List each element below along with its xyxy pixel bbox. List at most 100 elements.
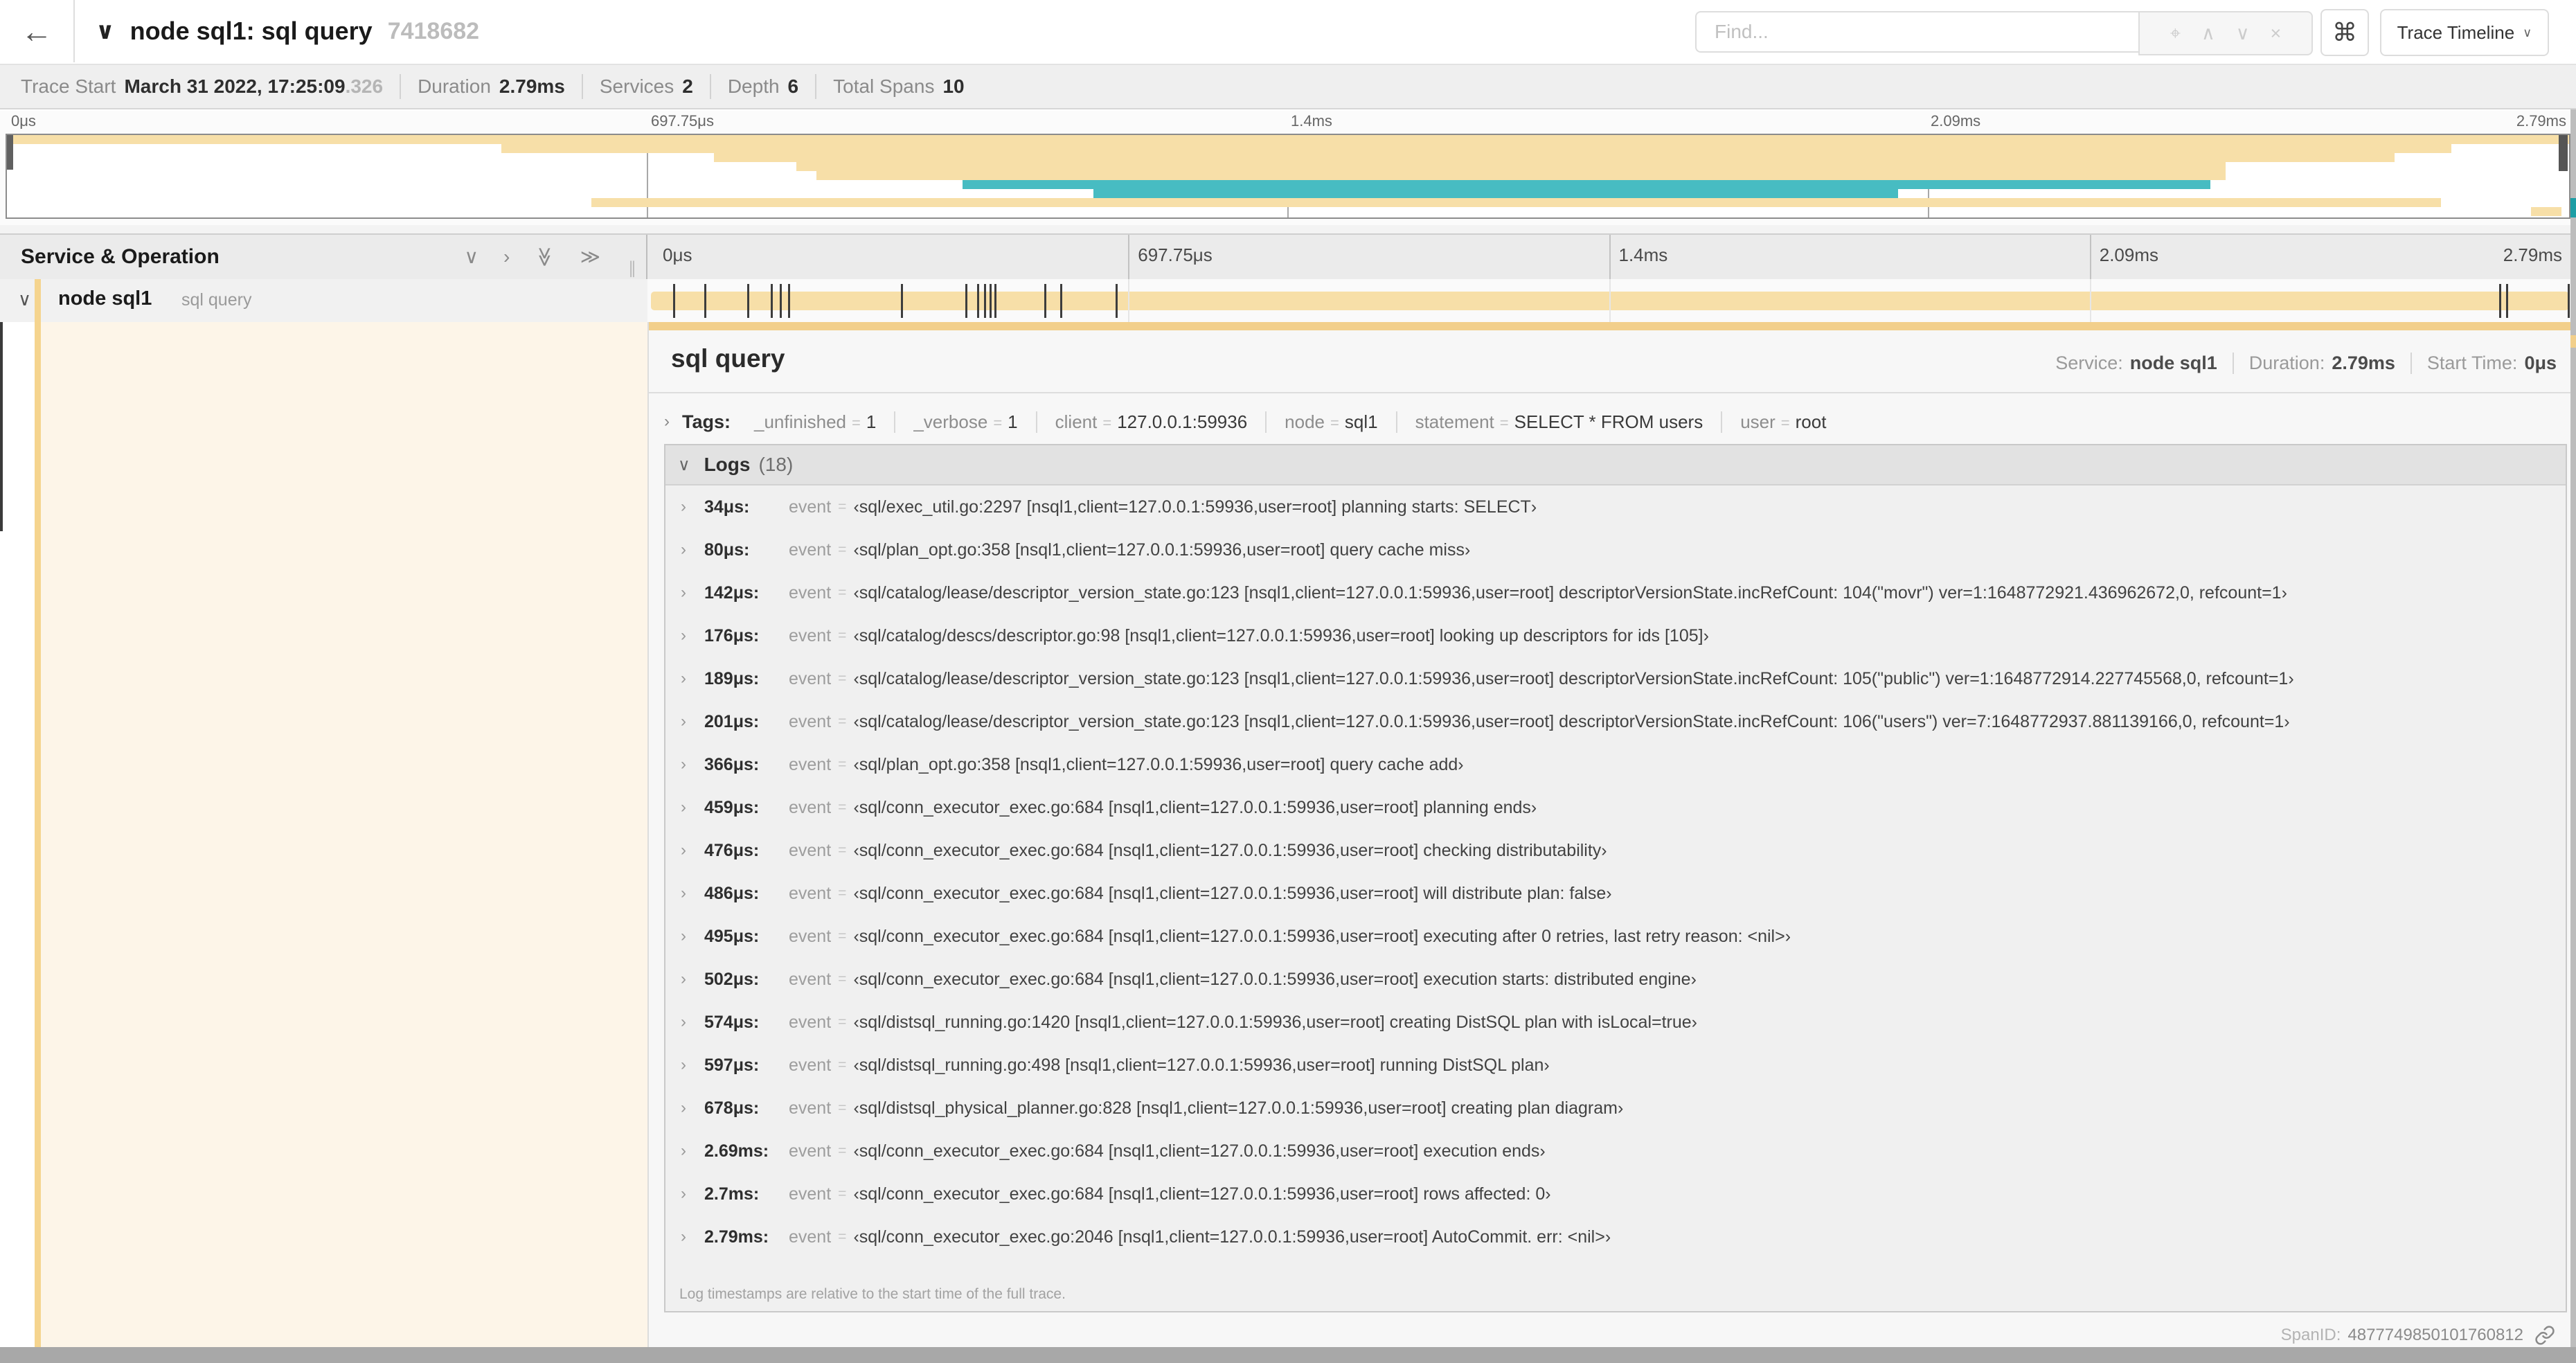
column-resizer[interactable]: ∥ (628, 258, 636, 278)
collapse-controls: ∨ › ≫ ≫ (465, 247, 600, 267)
chevron-right-icon: › (681, 755, 686, 774)
expand-all-icon[interactable]: ≫ (580, 247, 600, 267)
collapse-one-icon[interactable]: ∨ (465, 247, 479, 267)
log-row[interactable]: › 2.7ms: event = ‹sql/conn_executor_exec.go:… (665, 1173, 2566, 1215)
find-controls: ⌖ ∧ ∨ × (2138, 11, 2313, 55)
logs-section: ∨ Logs (18) › 34μs: event = ‹sql/exec_util.g… (664, 444, 2567, 1312)
chevron-right-icon: › (681, 1184, 686, 1203)
timeline-gridline (2089, 235, 2091, 279)
trace-info-item: Services 2 (581, 74, 710, 99)
trace-page: ← ∨ node sql1: sql query 7418682 ⌖∧∨× ⌘ … (0, 0, 2576, 1363)
log-row[interactable]: › 574μs: event = ‹sql/distsql_running.go:142… (665, 1001, 2566, 1044)
span-row[interactable]: ∨ node sql1 sql query (0, 279, 2576, 322)
tags-label: Tags: (682, 411, 731, 432)
log-row[interactable]: › 201μs: event = ‹sql/catalog/lease/descript… (665, 700, 2566, 743)
trace-view-dropdown[interactable]: Trace Timeline ∨ (2380, 9, 2549, 56)
logs-list: › 34μs: event = ‹sql/exec_util.go:2297 [nsql… (665, 485, 2566, 1258)
collapse-all-icon[interactable]: ≫ (535, 247, 556, 267)
timeline-axis-header: 0μs 697.75μs 1.4ms 2.09ms 2.79ms (647, 235, 2576, 279)
tags-row[interactable]: › Tags: _unfinished = 1 _verbose = 1 client = 12… (664, 405, 1844, 438)
chevron-right-icon: › (681, 583, 686, 602)
detail-info-line: Service: node sql1 Duration: 2.79ms Start Ti… (2040, 353, 2557, 374)
log-row[interactable]: › 176μs: event = ‹sql/catalog/descs/descript… (665, 614, 2566, 657)
detail-info-value: 2.79ms (2332, 353, 2395, 373)
chevron-right-icon: › (664, 412, 670, 431)
timeline-tick-label: 0μs (663, 244, 692, 265)
detail-accent-bar (649, 322, 2576, 330)
chevron-right-icon: › (681, 798, 686, 817)
span-service-name[interactable]: node sql1 (58, 287, 152, 310)
link-icon[interactable] (2534, 1325, 2555, 1346)
span-operation-name: sql query (181, 290, 252, 310)
horizontal-scrollbar[interactable] (0, 1347, 2576, 1363)
minimap-canvas[interactable] (6, 134, 2570, 219)
service-operation-header: Service & Operation ∨ › ≫ ≫ ∥ (0, 235, 647, 279)
log-row[interactable]: › 678μs: event = ‹sql/distsql_physical_plann… (665, 1087, 2566, 1130)
log-row[interactable]: › 476μs: event = ‹sql/conn_executor_exec.go:… (665, 829, 2566, 872)
minimap-right-handle[interactable] (2559, 135, 2568, 171)
span-row-timeline[interactable] (647, 279, 2576, 322)
trace-info-item: Total Spans 10 (815, 74, 981, 99)
chevron-right-icon: › (681, 626, 686, 645)
locate-icon[interactable]: ⌖ (2170, 24, 2181, 43)
log-marker (2505, 284, 2508, 318)
clear-search-icon[interactable]: × (2270, 24, 2281, 43)
log-row[interactable]: › 189μs: event = ‹sql/catalog/lease/descript… (665, 657, 2566, 700)
detail-left-column (0, 322, 647, 1347)
timeline-minimap: 0μs 697.75μs 1.4ms 2.09ms 2.79ms (0, 111, 2576, 225)
trace-id: 7418682 (387, 17, 480, 44)
detail-info-value: node sql1 (2129, 353, 2217, 373)
timeline-gridline (1609, 279, 1611, 322)
minimap-left-handle[interactable] (7, 135, 13, 170)
log-row[interactable]: › 34μs: event = ‹sql/exec_util.go:2297 [nsql… (665, 485, 2566, 528)
minimap-span (714, 153, 2395, 162)
chevron-right-icon: › (681, 1141, 686, 1160)
log-row[interactable]: › 142μs: event = ‹sql/catalog/lease/descript… (665, 571, 2566, 614)
log-row[interactable]: › 502μs: event = ‹sql/conn_executor_exec.go:… (665, 958, 2566, 1001)
chevron-right-icon: › (681, 669, 686, 688)
chevron-right-icon: › (681, 1055, 686, 1074)
span-color-strip (35, 322, 41, 1347)
prev-match-icon[interactable]: ∧ (2201, 24, 2215, 43)
minimap-tick-label: 2.09ms (1931, 112, 1981, 130)
log-row[interactable]: › 2.79ms: event = ‹sql/conn_executor_exec.go… (665, 1215, 2566, 1258)
log-row[interactable]: › 597μs: event = ‹sql/distsql_running.go:498… (665, 1044, 2566, 1087)
vertical-scrollbar[interactable] (2570, 109, 2576, 1347)
span-detail-panel: sql query Service: node sql1 Duration: 2.79… (647, 322, 2576, 1347)
minimap-span (963, 180, 2210, 189)
log-row[interactable]: › 495μs: event = ‹sql/conn_executor_exec.go:… (665, 915, 2566, 958)
title-collapse-icon[interactable]: ∨ (96, 17, 115, 45)
minimap-tick-label: 697.75μs (651, 112, 714, 130)
log-marker (1059, 284, 1062, 318)
detail-info-item: Service: node sql1 (2040, 353, 2233, 374)
spanid-value: 4877749850101760812 (2347, 1326, 2523, 1344)
timeline-tick-label: 1.4ms (1618, 244, 1668, 265)
keyboard-shortcuts-button[interactable]: ⌘ (2320, 9, 2369, 56)
back-button[interactable]: ← (0, 0, 75, 62)
page-title: node sql1: sql query (129, 17, 373, 45)
expand-one-icon[interactable]: › (503, 247, 510, 267)
minimap-span (7, 135, 2569, 144)
minimap-span (501, 144, 2451, 153)
chevron-right-icon: › (681, 1227, 686, 1246)
logs-header[interactable]: ∨ Logs (18) (665, 445, 2566, 485)
trace-title-wrap: ∨ node sql1: sql query 7418682 (96, 0, 479, 62)
log-row[interactable]: › 459μs: event = ‹sql/conn_executor_exec.go:… (665, 786, 2566, 829)
span-collapse-icon[interactable]: ∨ (18, 289, 31, 310)
timeline-gridline (1128, 235, 1130, 279)
minimap-span (816, 171, 2226, 180)
chevron-down-icon: ∨ (2523, 25, 2532, 39)
next-match-icon[interactable]: ∨ (2236, 24, 2250, 43)
log-row[interactable]: › 486μs: event = ‹sql/conn_executor_exec.go:… (665, 872, 2566, 915)
log-row[interactable]: › 2.69ms: event = ‹sql/conn_executor_exec.go… (665, 1130, 2566, 1173)
chevron-right-icon: › (681, 712, 686, 731)
trace-info-item: Depth 6 (709, 74, 815, 99)
find-input[interactable] (1695, 11, 2138, 53)
minimap-span (1093, 189, 1898, 198)
log-row[interactable]: › 80μs: event = ‹sql/plan_opt.go:358 [nsql1,… (665, 528, 2566, 571)
minimap-span (2530, 207, 2561, 216)
minimap-span (591, 198, 2441, 207)
log-marker (994, 284, 997, 318)
log-row[interactable]: › 366μs: event = ‹sql/plan_opt.go:358 [nsql1… (665, 743, 2566, 786)
span-row-name-column[interactable]: ∨ node sql1 sql query (0, 279, 647, 322)
